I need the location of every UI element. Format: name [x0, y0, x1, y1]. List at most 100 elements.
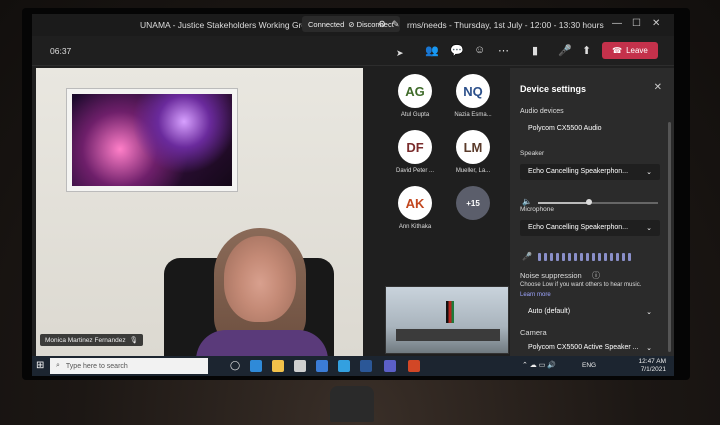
chevron-down-icon: ⌄: [646, 169, 652, 176]
avatar: AG: [398, 74, 432, 108]
room-video-thumbnail[interactable]: [385, 286, 509, 354]
clock-date: 7/1/2021: [640, 366, 666, 373]
more-actions-icon[interactable]: ⋯: [498, 44, 509, 57]
leave-button[interactable]: ☎ Leave: [602, 42, 658, 59]
participant-name: Mueller, La...: [455, 168, 491, 174]
noise-description: Choose Low if you want others to hear mu…: [520, 282, 642, 288]
teams-icon[interactable]: [384, 360, 396, 372]
participant-name: Atul Gupta: [400, 112, 430, 118]
minimize-icon[interactable]: —: [612, 18, 622, 29]
mic-toggle-icon[interactable]: 🎤: [558, 44, 572, 57]
noise-suppression-value: Auto (default): [528, 308, 571, 315]
participant-tile[interactable]: AG Atul Gupta: [387, 74, 443, 118]
avatar: DF: [398, 130, 432, 164]
participant-tile[interactable]: NQ Nazia Esma...: [445, 74, 501, 118]
speaker-face: [224, 236, 296, 322]
microphone-label: Microphone: [520, 206, 554, 213]
mail-icon[interactable]: [316, 360, 328, 372]
participant-tile[interactable]: AK Ann Kithaka: [387, 186, 443, 230]
search-placeholder: Type here to search: [65, 362, 128, 370]
task-view-icon[interactable]: ◯: [230, 360, 240, 371]
clock[interactable]: 12:47 AM 7/1/2021: [639, 358, 666, 374]
participant-tile[interactable]: DF David Peter ...: [387, 130, 443, 174]
audio-devices-label: Audio devices: [520, 108, 564, 115]
participant-name: Nazia Esma...: [454, 112, 492, 118]
camera-label: Camera: [520, 328, 547, 337]
conference-table: [396, 329, 500, 341]
noise-suppression-label: Noise suppression: [520, 271, 582, 280]
device-settings-panel: Device settings ✕ Audio devices Polycom …: [510, 68, 674, 356]
microphone-select[interactable]: Echo Cancelling Speakerphon... ⌄: [520, 220, 660, 236]
taskbar: ⊞ ⌕ Type here to search ◯ ⌃ ☁ ▭ 🔊 ENG 12…: [32, 356, 674, 376]
panel-title: Device settings: [520, 84, 587, 94]
mic-level-meter: [538, 253, 631, 261]
clock-time: 12:47 AM: [638, 358, 666, 365]
panel-scrollbar[interactable]: [668, 122, 671, 352]
pin-icon[interactable]: ✎: [392, 19, 400, 30]
file-explorer-icon[interactable]: [272, 360, 284, 372]
slider-knob[interactable]: [586, 199, 592, 205]
meeting-toolbar: 06:37 ➤ 👥 💬 ☺ ⋯ ▮ 🎤 ⬆ ☎ Leave: [32, 36, 674, 66]
word-icon[interactable]: [360, 360, 372, 372]
camera-value: Polycom CX5500 Active Speaker ...: [528, 344, 639, 351]
camera-toggle-icon[interactable]: ▮: [532, 44, 538, 57]
chevron-down-icon: ⌄: [646, 309, 652, 316]
settings-gear-icon[interactable]: ⚙: [378, 19, 386, 30]
main-video: Monica Martinez Fernandez 🎙: [36, 68, 363, 356]
participant-tile[interactable]: LM Mueller, La...: [445, 130, 501, 174]
edge-icon[interactable]: [250, 360, 262, 372]
disconnect-button[interactable]: ⊘ Disconnect: [348, 20, 394, 29]
close-panel-icon[interactable]: ✕: [654, 82, 662, 93]
volume-icon: 🔈: [522, 197, 532, 206]
language-indicator[interactable]: ENG: [582, 362, 596, 369]
skype-icon[interactable]: [338, 360, 350, 372]
audio-devices-select[interactable]: Polycom CX5500 Audio: [520, 121, 660, 137]
search-icon: ⌕: [56, 362, 60, 369]
info-icon[interactable]: ⓘ: [592, 270, 600, 281]
window-title-tail: rms/needs - Thursday, 1st July - 12:00 -…: [407, 20, 604, 30]
tray-icons: ⌃ ☁ ▭ 🔊: [522, 362, 557, 369]
learn-more-link[interactable]: Learn more: [520, 292, 551, 298]
connected-label: Connected: [308, 19, 345, 29]
conference-camera: [330, 386, 374, 422]
chevron-down-icon: ⌄: [646, 345, 652, 352]
more-participants-tile[interactable]: +15: [445, 186, 501, 220]
close-window-icon[interactable]: ✕: [652, 18, 660, 29]
speaker-label: Speaker: [520, 150, 545, 157]
slider-fill: [538, 202, 589, 204]
avatar: AK: [398, 186, 432, 220]
avatar: NQ: [456, 74, 490, 108]
speaker-volume-slider[interactable]: [538, 199, 658, 205]
mic-muted-icon: 🎙: [129, 337, 138, 344]
wall-painting: [66, 88, 238, 192]
chevron-down-icon: ⌄: [646, 225, 652, 232]
speaker-select[interactable]: Echo Cancelling Speakerphon... ⌄: [520, 164, 660, 180]
participant-name: David Peter ...: [395, 168, 434, 174]
phone-icon: ☎: [612, 46, 623, 55]
mic-level-icon: 🎤: [522, 252, 532, 261]
disconnect-icon: ⊘: [348, 19, 355, 29]
speaker-body: [196, 330, 328, 356]
store-icon[interactable]: [294, 360, 306, 372]
share-screen-icon[interactable]: ⬆: [582, 44, 591, 57]
avatar: LM: [456, 130, 490, 164]
camera-select[interactable]: Polycom CX5500 Active Speaker ... ⌄: [520, 340, 660, 356]
powerpoint-icon[interactable]: [408, 360, 420, 372]
participants-icon[interactable]: 👥: [425, 44, 439, 57]
room-background: UNAMA - Justice Stakeholders Working Gro…: [0, 0, 720, 425]
speaker-value: Echo Cancelling Speakerphon...: [528, 168, 629, 175]
taskbar-search[interactable]: ⌕ Type here to search: [50, 358, 208, 374]
maximize-icon[interactable]: ☐: [632, 18, 641, 29]
chat-icon[interactable]: 💬: [450, 44, 464, 57]
audio-devices-value: Polycom CX5500 Audio: [528, 125, 602, 132]
participant-name: Ann Kithaka: [398, 224, 432, 230]
reactions-icon[interactable]: ☺: [474, 44, 485, 56]
title-bar: UNAMA - Justice Stakeholders Working Gro…: [32, 14, 674, 36]
meeting-timer: 06:37: [50, 46, 72, 56]
speaker-name: Monica Martinez Fernandez: [45, 336, 126, 344]
windows-start-icon[interactable]: ⊞: [36, 360, 44, 371]
disconnect-label: Disconnect: [356, 19, 394, 29]
microphone-value: Echo Cancelling Speakerphon...: [528, 224, 629, 231]
cursor-icon: ➤: [396, 48, 404, 58]
noise-suppression-select[interactable]: Auto (default) ⌄: [520, 304, 660, 320]
